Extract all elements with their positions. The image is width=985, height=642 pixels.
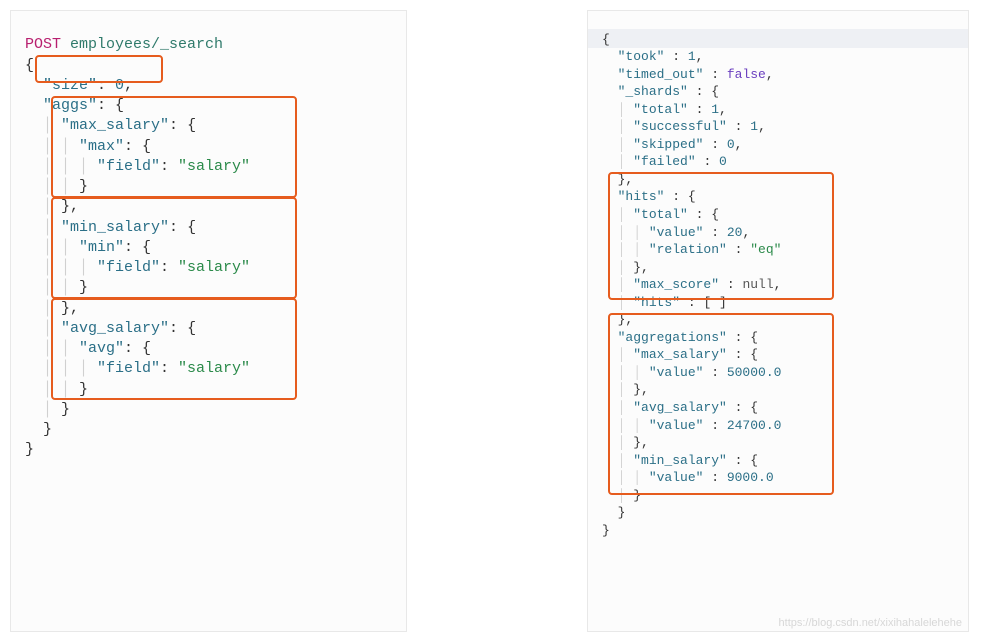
- watermark-text: https://blog.csdn.net/xixihahalelehehe: [779, 616, 962, 631]
- relation-key: "relation": [649, 242, 727, 257]
- min-key: "min": [79, 239, 124, 256]
- value-key: "value": [649, 225, 704, 240]
- avg-salary-key: "avg_salary": [61, 320, 169, 337]
- agg-max-salary-value: 50000.0: [727, 365, 782, 380]
- max-key: "max": [79, 138, 124, 155]
- field-value: "salary": [178, 259, 250, 276]
- timed-out-value: false: [727, 67, 766, 82]
- max-salary-key: "max_salary": [61, 117, 169, 134]
- request-pane: POST employees/_search { "size": 0, "agg…: [10, 10, 407, 632]
- shards-failed-value: 0: [719, 154, 727, 169]
- hits-total-key: "total": [633, 207, 688, 222]
- hits-array-value: [ ]: [703, 295, 726, 310]
- request-path: employees/_search: [70, 36, 223, 53]
- shards-key: "_shards": [618, 84, 688, 99]
- shards-successful-key: "successful": [633, 119, 727, 134]
- response-pane: { "took" : 1, "timed_out" : false, "_sha…: [587, 10, 969, 632]
- size-value: 0: [115, 77, 124, 94]
- hits-key: "hits": [618, 189, 665, 204]
- took-key: "took": [618, 49, 665, 64]
- shards-skipped-value: 0: [727, 137, 735, 152]
- aggs-key: "aggs": [43, 97, 97, 114]
- agg-max-salary-key: "max_salary": [633, 347, 727, 362]
- field-key: "field": [97, 360, 160, 377]
- field-value: "salary": [178, 360, 250, 377]
- agg-value-key: "value": [649, 470, 704, 485]
- size-key: "size": [43, 77, 97, 94]
- agg-min-salary-key: "min_salary": [633, 453, 727, 468]
- shards-skipped-key: "skipped": [633, 137, 703, 152]
- agg-min-salary-value: 9000.0: [727, 470, 774, 485]
- field-value: "salary": [178, 158, 250, 175]
- shards-total-key: "total": [633, 102, 688, 117]
- shards-failed-key: "failed": [633, 154, 695, 169]
- hits-array-key: "hits": [633, 295, 680, 310]
- took-value: 1: [688, 49, 696, 64]
- http-method: POST: [25, 36, 61, 53]
- shards-total-value: 1: [711, 102, 719, 117]
- relation-value: "eq": [750, 242, 781, 257]
- agg-avg-salary-key: "avg_salary": [633, 400, 727, 415]
- min-salary-key: "min_salary": [61, 219, 169, 236]
- field-key: "field": [97, 158, 160, 175]
- hits-total-value: 20: [727, 225, 743, 240]
- shards-successful-value: 1: [750, 119, 758, 134]
- aggregations-key: "aggregations": [618, 330, 727, 345]
- timed-out-key: "timed_out": [618, 67, 704, 82]
- max-score-key: "max_score": [633, 277, 719, 292]
- agg-value-key: "value": [649, 365, 704, 380]
- avg-key: "avg": [79, 340, 124, 357]
- agg-avg-salary-value: 24700.0: [727, 418, 782, 433]
- field-key: "field": [97, 259, 160, 276]
- agg-value-key: "value": [649, 418, 704, 433]
- max-score-value: null: [742, 277, 773, 292]
